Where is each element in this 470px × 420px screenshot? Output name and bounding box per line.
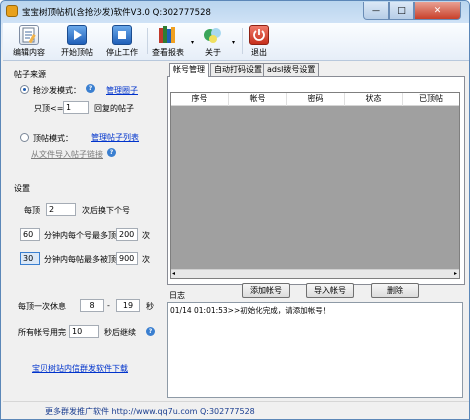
play-icon (67, 25, 87, 45)
status-text: 更多群发推广软件 http://www.qq7u.com Q:302777528 (45, 407, 255, 416)
tab-content: 序号 帐号 密码 状态 已顶帖 ◂ ▸ 添加帐号 导入帐号 删除 (167, 76, 465, 298)
log-textbox[interactable]: 01/14 01:01:53>>初始化完成，请添加帐号！ (167, 302, 463, 398)
log-panel: 日志 01/14 01:01:53>>初始化完成，请添加帐号！ (167, 289, 465, 401)
status-bar: 更多群发推广软件 http://www.qq7u.com Q:302777528 (3, 401, 469, 419)
toolbar-separator (147, 28, 148, 54)
stop-icon (112, 25, 132, 45)
exit-label: 退出 (251, 48, 267, 57)
left-panel: 帖子来源 抢沙发模式： ? 管理圈子 只顶<= 1 回复的帖子 顶帖模式： 管理… (6, 63, 165, 403)
source-section-title: 帖子来源 (14, 70, 46, 79)
rest-dash: - (107, 301, 110, 310)
scroll-left-icon[interactable]: ◂ (172, 270, 175, 277)
rest-min-input[interactable]: 8 (80, 299, 104, 312)
stop-work-label: 停止工作 (106, 48, 138, 57)
column-header-password[interactable]: 密码 (287, 93, 345, 106)
account-minutes-input[interactable]: 60 (20, 228, 40, 241)
rest-label: 每顶一次休息 (18, 302, 66, 311)
manage-circle-link[interactable]: 管理圈子 (106, 85, 138, 96)
all-used-help-icon[interactable]: ? (146, 327, 155, 336)
per-suffix-label: 次后换下个号 (82, 206, 130, 215)
close-button[interactable]: ✕ (414, 2, 461, 20)
about-label: 关于 (205, 48, 221, 57)
post-limit-label: 分钟内每帖最多被顶 (44, 255, 116, 264)
reply-only-input[interactable]: 1 (63, 101, 89, 114)
account-limit-label: 分钟内每个号最多顶 (44, 231, 116, 240)
column-header-index[interactable]: 序号 (171, 93, 229, 106)
log-title: 日志 (169, 291, 185, 300)
post-max-input[interactable]: 900 (116, 252, 138, 265)
post-unit-label: 次 (142, 255, 150, 264)
window-title: 宝宝树顶帖机(含抢沙发)软件V3.0 Q:302777528 (22, 8, 211, 18)
grab-mode-radio[interactable] (20, 85, 29, 94)
close-icon: ✕ (433, 5, 442, 16)
power-icon (249, 25, 269, 45)
all-used-suffix: 秒后继续 (104, 328, 136, 337)
column-header-status[interactable]: 状态 (345, 93, 403, 106)
log-line: 01/14 01:01:53>>初始化完成，请添加帐号！ (170, 306, 331, 315)
tab-captcha-settings[interactable]: 自动打码设置 (210, 63, 266, 76)
toolbar: 编辑内容 开始顶帖 停止工作 查看报表 ▾ 关于 ▾ 退出 (3, 23, 469, 61)
import-help-icon[interactable]: ? (107, 148, 116, 157)
promo-download-link[interactable]: 宝贝树站内信群发软件下载 (32, 363, 128, 374)
account-max-input[interactable]: 200 (116, 228, 138, 241)
reply-only-prefix: 只顶<= (34, 104, 64, 113)
column-header-account[interactable]: 帐号 (229, 93, 287, 106)
grab-mode-help-icon[interactable]: ? (86, 84, 95, 93)
about-icon (203, 25, 223, 45)
report-dropdown-caret[interactable]: ▾ (191, 39, 194, 46)
pin-mode-label: 顶帖模式： (33, 134, 73, 143)
all-used-label: 所有帐号用完 (18, 328, 66, 337)
view-report-button[interactable]: 查看报表 (152, 25, 184, 58)
minimize-icon: — (372, 6, 380, 15)
maximize-button[interactable]: □ (389, 2, 414, 20)
reply-only-suffix: 回复的帖子 (94, 104, 134, 113)
edit-content-label: 编辑内容 (13, 48, 45, 57)
about-button[interactable]: 关于 (203, 25, 223, 58)
stop-work-button[interactable]: 停止工作 (106, 25, 138, 58)
account-table[interactable]: 序号 帐号 密码 状态 已顶帖 ◂ ▸ (170, 92, 460, 279)
pin-mode-radio[interactable] (20, 133, 29, 142)
settings-section-title: 设置 (14, 184, 30, 193)
grab-mode-label: 抢沙发模式： (33, 86, 81, 95)
post-minutes-input[interactable]: 30 (20, 252, 40, 265)
main-window: 宝宝树顶帖机(含抢沙发)软件V3.0 Q:302777528 — □ ✕ 编辑内… (0, 0, 470, 420)
exit-button[interactable]: 退出 (249, 25, 269, 58)
view-report-label: 查看报表 (152, 48, 184, 57)
start-pin-button[interactable]: 开始顶帖 (61, 25, 93, 58)
title-bar[interactable]: 宝宝树顶帖机(含抢沙发)软件V3.0 Q:302777528 — □ ✕ (1, 1, 469, 23)
books-icon (158, 25, 178, 45)
account-unit-label: 次 (142, 231, 150, 240)
scroll-right-icon[interactable]: ▸ (454, 270, 457, 277)
per-count-input[interactable]: 2 (46, 203, 76, 216)
notepad-icon (19, 25, 39, 45)
account-tab-panel: 帐号管理 自动打码设置 adsl拨号设置 序号 帐号 密码 状态 已顶帖 ◂ ▸… (167, 63, 465, 298)
manage-post-list-link[interactable]: 管理帖子列表 (91, 132, 139, 143)
maximize-icon: □ (397, 5, 406, 16)
app-icon (6, 5, 18, 17)
start-pin-label: 开始顶帖 (61, 48, 93, 57)
all-used-input[interactable]: 10 (69, 325, 99, 338)
table-horizontal-scrollbar[interactable]: ◂ ▸ (171, 269, 459, 278)
column-header-pinned[interactable]: 已顶帖 (403, 93, 459, 106)
edit-content-button[interactable]: 编辑内容 (13, 25, 45, 58)
import-posts-link[interactable]: 从文件导入帖子链接 (31, 149, 103, 160)
tab-adsl-settings[interactable]: adsl拨号设置 (263, 63, 320, 76)
per-prefix-label: 每顶 (24, 206, 40, 215)
about-dropdown-caret[interactable]: ▾ (232, 39, 235, 46)
rest-unit-label: 秒 (146, 302, 154, 311)
rest-max-input[interactable]: 19 (116, 299, 140, 312)
minimize-button[interactable]: — (363, 2, 389, 20)
toolbar-separator (242, 28, 243, 54)
tab-account-management[interactable]: 帐号管理 (169, 63, 209, 77)
account-table-header: 序号 帐号 密码 状态 已顶帖 (171, 93, 459, 106)
